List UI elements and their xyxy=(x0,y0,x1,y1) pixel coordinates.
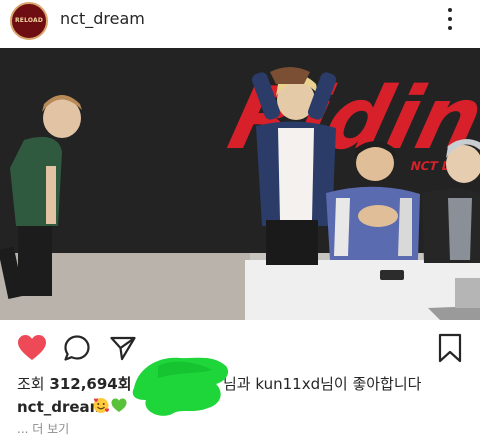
more-caption-link[interactable]: ... 더 보기 xyxy=(17,420,69,437)
redaction-scribble xyxy=(132,357,229,416)
avatar-logo-text: RELOAD xyxy=(14,17,44,24)
liked-by-text[interactable]: 님과 kun11xd님이 좋아합니다 xyxy=(223,373,421,394)
photo-illustration: Ridin NCT DREAM xyxy=(0,48,480,320)
post-photo[interactable]: Ridin NCT DREAM xyxy=(0,48,480,320)
profile-avatar[interactable]: RELOAD xyxy=(10,2,48,40)
green-heart-emoji xyxy=(111,398,127,412)
post-header: RELOAD nct_dream xyxy=(0,0,480,46)
post-actions-bar xyxy=(0,327,480,367)
view-count[interactable]: 조회 312,694회 xyxy=(17,373,132,394)
more-options-icon[interactable] xyxy=(447,8,453,32)
post-username[interactable]: nct_dream xyxy=(60,9,145,28)
views-label: 조회 xyxy=(17,375,45,393)
comment-icon[interactable] xyxy=(63,334,91,362)
views-number: 312,694회 xyxy=(49,375,132,393)
heart-filled-icon[interactable] xyxy=(17,334,47,362)
smiling-face-with-hearts-emoji xyxy=(93,398,109,413)
bookmark-icon[interactable] xyxy=(437,333,463,363)
